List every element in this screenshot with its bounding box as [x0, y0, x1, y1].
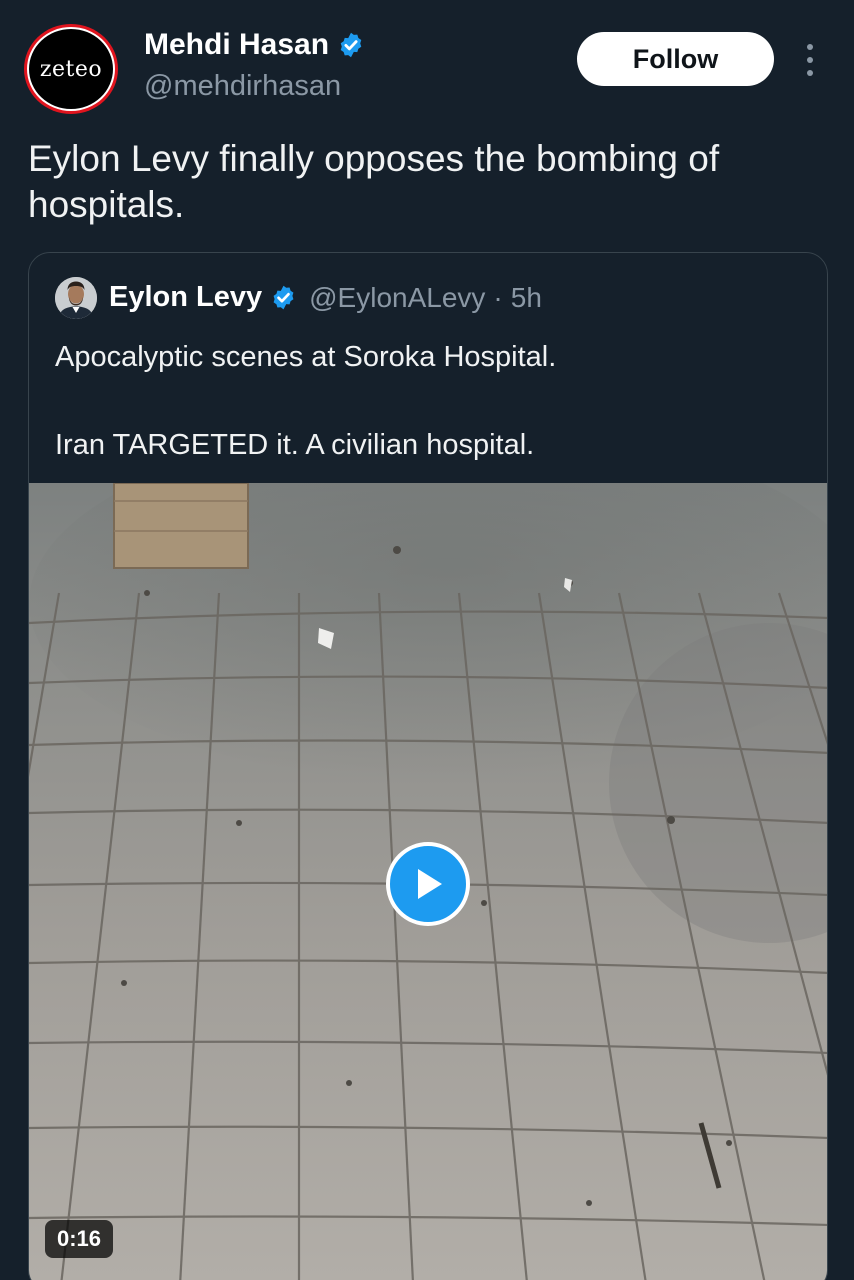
author-avatar[interactable]: zeteo [24, 24, 118, 114]
quote-author-avatar[interactable] [55, 277, 97, 319]
time-separator: · [493, 281, 503, 313]
more-vertical-icon[interactable] [796, 40, 824, 80]
video-duration: 0:16 [45, 1220, 114, 1258]
verified-badge-icon [340, 32, 362, 58]
play-icon[interactable] [386, 842, 470, 926]
zeteo-logo: zeteo [27, 27, 115, 111]
quote-text-line: Iran TARGETED it. A civilian hospital. [55, 429, 535, 461]
tweet-text: Eylon Levy finally opposes the bombing o… [28, 138, 720, 225]
quote-text-line: Apocalyptic scenes at Soroka Hospital. [55, 341, 557, 373]
quote-text: Apocalyptic scenes at Soroka Hospital. I… [55, 335, 805, 467]
play-triangle-icon [418, 869, 442, 899]
quoted-tweet-card[interactable]: Eylon Levy @EylonALevy · 5h Apocalyptic … [28, 252, 828, 1280]
quote-author-handle: @EylonALevy [309, 281, 486, 313]
more-dot [807, 57, 813, 63]
more-dot [807, 70, 813, 76]
author-display-name: Mehdi Hasan [144, 28, 330, 61]
person-avatar-icon [55, 277, 97, 319]
verified-badge-icon [273, 285, 294, 310]
follow-button[interactable]: Follow [577, 32, 774, 86]
author-name-row[interactable]: Mehdi Hasan [144, 28, 365, 62]
author-handle[interactable]: @mehdirhasan [144, 70, 341, 103]
avatar-logo-text: zeteo [39, 56, 103, 82]
quote-header[interactable]: Eylon Levy @EylonALevy · 5h [109, 281, 542, 314]
more-dot [807, 44, 813, 50]
quote-timestamp: 5h [510, 281, 542, 313]
quote-author-name: Eylon Levy [109, 281, 263, 313]
